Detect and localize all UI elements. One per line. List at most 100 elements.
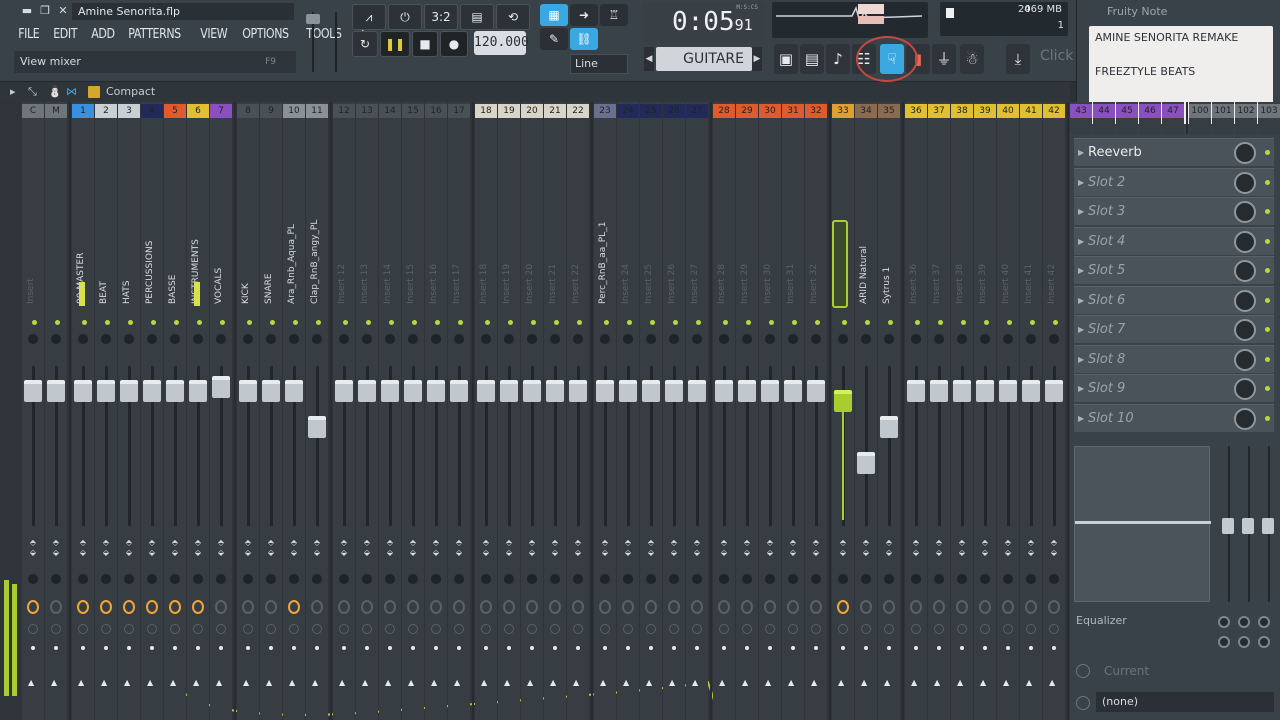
stereo-separation-knob[interactable]: [51, 574, 61, 584]
stereo-separation-knob[interactable]: [934, 574, 944, 584]
mute-led[interactable]: [938, 320, 943, 325]
track-name[interactable]: Insert 42: [1047, 154, 1061, 304]
route-dot[interactable]: [292, 646, 296, 650]
stereo-separation-knob[interactable]: [362, 574, 372, 584]
pan-arrows[interactable]: ⬘⬙: [28, 538, 38, 558]
send-knob[interactable]: [787, 600, 799, 614]
stereo-separation-knob[interactable]: [550, 574, 560, 584]
stereo-separation-knob[interactable]: [765, 574, 775, 584]
stereo-knob[interactable]: [362, 334, 372, 344]
route-arrow-icon[interactable]: ▲: [1003, 678, 1009, 687]
volume-fader[interactable]: [335, 380, 353, 402]
stereo-separation-knob[interactable]: [312, 574, 322, 584]
route-ring[interactable]: [811, 624, 821, 634]
mixer-track-13[interactable]: 13 Insert 13 ⬘ ⬙ ▲: [356, 102, 378, 720]
stereo-knob[interactable]: [861, 334, 871, 344]
route-arrow-icon[interactable]: ▲: [692, 678, 698, 687]
route-ring[interactable]: [216, 624, 226, 634]
volume-fader[interactable]: [688, 380, 706, 402]
menu-item-view[interactable]: VIEW: [196, 25, 232, 45]
route-arrow-icon[interactable]: ▲: [193, 678, 199, 687]
route-ring[interactable]: [957, 624, 967, 634]
volume-fader[interactable]: [189, 380, 207, 402]
stereo-knob[interactable]: [527, 334, 537, 344]
pan-arrows[interactable]: ⬘⬙: [957, 538, 967, 558]
route-dot[interactable]: [960, 646, 964, 650]
route-ring[interactable]: [623, 624, 633, 634]
route-arrow-icon[interactable]: ▲: [911, 678, 917, 687]
send-knob[interactable]: [549, 600, 561, 614]
stereo-separation-knob[interactable]: [600, 574, 610, 584]
mute-led[interactable]: [293, 320, 298, 325]
performer-icon[interactable]: ☃: [960, 44, 984, 74]
route-dot[interactable]: [507, 646, 511, 650]
route-dot[interactable]: [104, 646, 108, 650]
mixer-track-39[interactable]: 39 Insert 39 ⬘ ⬙ ▲: [974, 102, 996, 720]
route-arrow-icon[interactable]: ▲: [51, 678, 57, 687]
mixer-person-icon[interactable]: ⛄: [48, 82, 62, 102]
track-name[interactable]: Insert 12: [337, 154, 351, 304]
route-dot[interactable]: [150, 646, 154, 650]
send-knob[interactable]: [933, 600, 945, 614]
volume-fader[interactable]: [143, 380, 161, 402]
slot-enable-led[interactable]: [1265, 356, 1270, 362]
track-name[interactable]: Insert 32: [809, 154, 823, 304]
send-knob[interactable]: [645, 600, 657, 614]
stereo-knob[interactable]: [550, 334, 560, 344]
stereo-separation-knob[interactable]: [861, 574, 871, 584]
pan-arrows[interactable]: ⬘⬙: [573, 538, 583, 558]
volume-fader[interactable]: [24, 380, 42, 402]
mute-led[interactable]: [247, 320, 252, 325]
mute-led[interactable]: [55, 320, 60, 325]
route-dot[interactable]: [576, 646, 580, 650]
route-arrow-icon[interactable]: ▲: [646, 678, 652, 687]
route-ring[interactable]: [289, 624, 299, 634]
mute-led[interactable]: [604, 320, 609, 325]
mixer-tool-icon[interactable]: ⤡: [28, 82, 37, 102]
stereo-separation-knob[interactable]: [1049, 574, 1059, 584]
slot-mix-knob[interactable]: [1234, 142, 1256, 164]
mute-led[interactable]: [746, 320, 751, 325]
stereo-separation-knob[interactable]: [788, 574, 798, 584]
mute-led[interactable]: [673, 320, 678, 325]
mixer-track-42[interactable]: 42 Insert 42 ⬘ ⬙ ▲: [1043, 102, 1065, 720]
stereo-knob[interactable]: [124, 334, 134, 344]
fx-slot-1[interactable]: ▶ Reeverb: [1074, 138, 1274, 166]
piano-roll-icon[interactable]: ♪: [826, 44, 850, 74]
volume-fader[interactable]: [450, 380, 468, 402]
stereo-separation-knob[interactable]: [481, 574, 491, 584]
mixer-track-37[interactable]: 37 Insert 37 ⬘ ⬙ ▲: [928, 102, 950, 720]
volume-fader[interactable]: [239, 380, 257, 402]
stereo-knob[interactable]: [600, 334, 610, 344]
slot-enable-led[interactable]: [1265, 209, 1270, 214]
stereo-knob[interactable]: [1026, 334, 1036, 344]
route-dot[interactable]: [887, 646, 891, 650]
stereo-separation-knob[interactable]: [1026, 574, 1036, 584]
volume-fader[interactable]: [212, 376, 230, 398]
volume-fader[interactable]: [523, 380, 541, 402]
mute-led[interactable]: [769, 320, 774, 325]
volume-fader[interactable]: [761, 380, 779, 402]
mute-led[interactable]: [961, 320, 966, 325]
stereo-knob[interactable]: [669, 334, 679, 344]
route-ring[interactable]: [243, 624, 253, 634]
stereo-separation-knob[interactable]: [573, 574, 583, 584]
stereo-knob[interactable]: [385, 334, 395, 344]
volume-fader[interactable]: [404, 380, 422, 402]
route-arrow-icon[interactable]: ▲: [170, 678, 176, 687]
fx-slot-3[interactable]: ▶ Slot 3: [1074, 197, 1274, 225]
send-knob[interactable]: [480, 600, 492, 614]
stereo-separation-knob[interactable]: [339, 574, 349, 584]
track-name[interactable]: Clap_RnB_angy_PL: [310, 154, 324, 304]
fx-slot-5[interactable]: ▶ Slot 5: [1074, 256, 1274, 284]
route-dot[interactable]: [342, 646, 346, 650]
route-dot[interactable]: [722, 646, 726, 650]
mixer-track-1[interactable]: 1 00 MASTER ⬘ ⬙ ▲: [72, 102, 94, 720]
route-dot[interactable]: [269, 646, 273, 650]
mute-led[interactable]: [174, 320, 179, 325]
track-name[interactable]: Insert 26: [667, 154, 681, 304]
eq-knob-4[interactable]: [1218, 636, 1230, 648]
pan-arrows[interactable]: ⬘⬙: [980, 538, 990, 558]
mixer-track-6[interactable]: 6 INSTRUMENTS ⬘ ⬙ ▲: [187, 102, 209, 720]
mute-led[interactable]: [435, 320, 440, 325]
